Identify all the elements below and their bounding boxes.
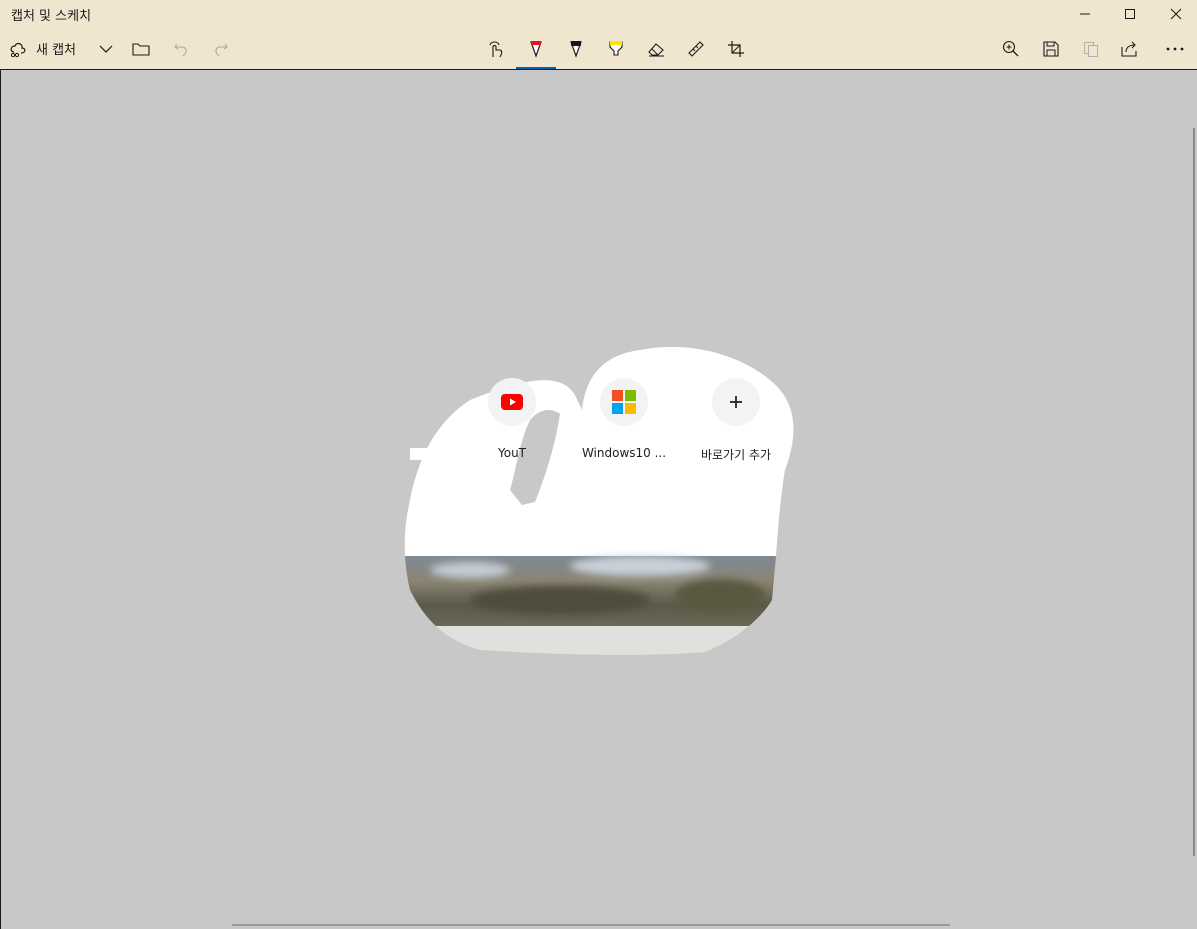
shortcut-icon-container xyxy=(600,378,648,426)
eraser-button[interactable] xyxy=(636,28,676,69)
shortcut-icon-container xyxy=(488,378,536,426)
share-icon xyxy=(1121,41,1137,57)
folder-icon xyxy=(132,42,150,56)
copy-icon xyxy=(1084,41,1098,57)
pencil-button[interactable] xyxy=(556,28,596,69)
maximize-icon xyxy=(1125,9,1135,19)
windows-logo-icon xyxy=(612,390,636,414)
ballpoint-pen-button[interactable] xyxy=(516,28,556,69)
redo-button[interactable] xyxy=(201,28,241,69)
crop-icon xyxy=(728,40,744,57)
undo-icon xyxy=(174,43,187,56)
save-button[interactable] xyxy=(1031,28,1071,69)
highlighter-icon xyxy=(609,40,623,56)
shortcut-label: 바로가기 추가 xyxy=(700,448,772,462)
copy-button[interactable] xyxy=(1071,28,1111,69)
open-file-button[interactable] xyxy=(121,28,161,69)
undo-button[interactable] xyxy=(161,28,201,69)
toolbar: 새 캡처 xyxy=(0,28,1197,69)
close-icon xyxy=(1170,8,1182,20)
highlighter-button[interactable] xyxy=(596,28,636,69)
touch-writing-button[interactable] xyxy=(476,28,516,69)
shortcut-windows10[interactable]: Windows10 ... xyxy=(574,378,674,460)
shortcut-add[interactable]: 바로가기 추가 xyxy=(686,378,786,463)
window-title: 캡처 및 스케치 xyxy=(11,9,92,24)
new-capture-icon xyxy=(10,42,26,57)
eraser-icon xyxy=(648,42,664,56)
touch-writing-icon xyxy=(489,41,503,57)
minimize-icon xyxy=(1080,13,1090,15)
zoom-icon xyxy=(1002,40,1019,56)
shortcut-label: YouT xyxy=(497,446,526,460)
new-capture-dropdown-button[interactable] xyxy=(86,28,126,69)
ruler-button[interactable] xyxy=(676,28,716,69)
zoom-button[interactable] xyxy=(991,28,1031,69)
share-button[interactable] xyxy=(1110,28,1150,69)
horizontal-scrollbar[interactable] xyxy=(232,924,950,926)
more-icon xyxy=(1166,47,1184,50)
title-bar: 캡처 및 스케치 xyxy=(0,0,1197,28)
redo-icon xyxy=(215,43,228,56)
more-options-button[interactable] xyxy=(1155,28,1195,69)
minimize-button[interactable] xyxy=(1062,0,1108,28)
shortcut-youtube[interactable]: YouT xyxy=(462,378,562,460)
shortcut-icon-container xyxy=(712,378,760,426)
ruler-icon xyxy=(688,40,704,57)
crop-button[interactable] xyxy=(716,28,756,69)
shortcut-label: Windows10 ... xyxy=(581,446,667,460)
maximize-button[interactable] xyxy=(1107,0,1153,28)
pencil-icon xyxy=(570,40,582,58)
chevron-down-icon xyxy=(99,45,113,53)
new-capture-button[interactable]: 새 캡처 xyxy=(8,28,98,69)
ballpoint-pen-icon xyxy=(530,40,542,58)
youtube-icon xyxy=(501,394,523,410)
close-button[interactable] xyxy=(1153,0,1197,28)
save-icon xyxy=(1043,40,1059,57)
vertical-scrollbar[interactable] xyxy=(1193,128,1195,856)
plus-icon xyxy=(730,396,742,408)
capture-canvas[interactable] xyxy=(0,69,1197,929)
new-capture-label: 새 캡처 xyxy=(36,43,77,58)
